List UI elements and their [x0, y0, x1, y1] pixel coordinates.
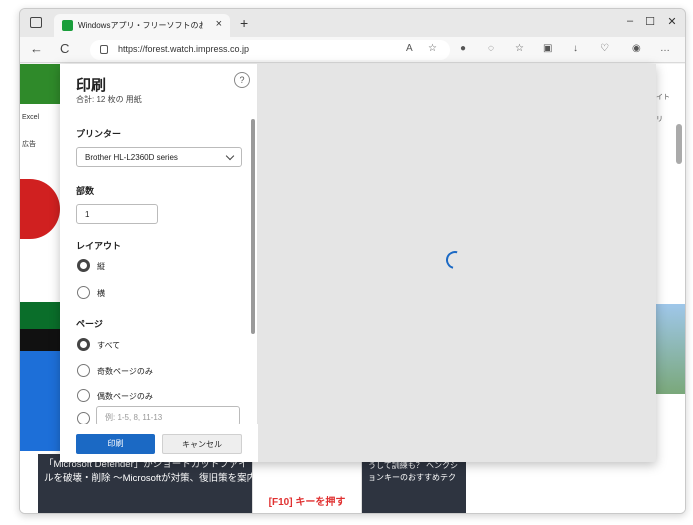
back-button[interactable]: ← [30, 41, 43, 56]
layout-landscape-label[interactable]: 横 [97, 288, 105, 299]
layout-portrait-radio[interactable] [77, 259, 90, 272]
page-range-placeholder: 例: 1-5, 8, 11-13 [105, 413, 163, 422]
title-bar: Windowsアプリ・フリーソフトのおすす × + – ☐ ✕ [20, 9, 685, 37]
pages-odd-radio[interactable] [77, 364, 90, 377]
pages-label: ページ [76, 319, 103, 329]
loading-spinner-icon [442, 247, 468, 273]
favorites-icon[interactable]: ☆ [515, 43, 524, 54]
right-ad-image[interactable] [654, 304, 685, 394]
layout-landscape-radio[interactable] [77, 286, 90, 299]
new-tab-button[interactable]: + [240, 15, 248, 31]
address-bar[interactable]: https://forest.watch.impress.co.jp [90, 40, 450, 60]
reload-button[interactable]: C [60, 41, 69, 56]
print-settings-panel: 印刷 合計: 12 枚の 用紙 ? プリンター Brother HL-L2360… [60, 64, 258, 462]
layout-label: レイアウト [76, 241, 122, 251]
f10-label: [F10] キーを押す [268, 497, 346, 508]
page-scrollbar[interactable] [676, 124, 682, 164]
left-label-ad: 広告 [22, 141, 36, 148]
maximize-button[interactable]: ☐ [643, 15, 657, 28]
copies-label: 部数 [76, 186, 95, 196]
more-icon[interactable]: … [660, 43, 670, 54]
ad-banner[interactable] [20, 179, 60, 239]
refresh-icon[interactable]: ◌ [488, 43, 494, 54]
page-range-input[interactable]: 例: 1-5, 8, 11-13 [96, 406, 240, 426]
dialog-title: 印刷 [76, 77, 107, 94]
settings-scrollbar[interactable] [251, 119, 255, 334]
close-button[interactable]: ✕ [665, 15, 679, 28]
browser-toolbar: ← C https://forest.watch.impress.co.jp A… [20, 37, 685, 63]
pages-even-label[interactable]: 偶数ページのみ [97, 391, 153, 402]
collections-icon[interactable]: ▣ [543, 43, 552, 54]
pages-odd-label[interactable]: 奇数ページのみ [97, 366, 153, 377]
printer-select[interactable]: Brother HL-L2360D series [76, 147, 242, 167]
left-label-excel[interactable]: Excel [22, 114, 39, 121]
article-card-function-keys[interactable]: うして訓練も？ ヘンクションキーのおすすめテク [362, 454, 466, 513]
article-card-f10[interactable]: [F10] キーを押す [252, 454, 362, 513]
downloads-icon[interactable]: ↓ [573, 43, 578, 54]
chart-icon[interactable] [20, 329, 64, 351]
right-label-2: リ [656, 116, 663, 123]
print-dialog: 印刷 合計: 12 枚の 用紙 ? プリンター Brother HL-L2360… [60, 64, 656, 462]
pages-all-radio[interactable] [77, 338, 90, 351]
favicon-icon [62, 20, 73, 31]
chevron-down-icon [225, 151, 235, 161]
article-card-defender[interactable]: 「Microsoft Defender」がショートカットファイルを破壊・削除 ～… [38, 454, 263, 513]
article-thumbnail[interactable] [20, 351, 64, 451]
site-logo[interactable] [20, 64, 64, 104]
layout-portrait-label[interactable]: 縦 [97, 261, 105, 272]
lock-icon[interactable] [100, 45, 108, 54]
read-aloud-icon[interactable]: A [406, 43, 413, 54]
print-preview-area [258, 64, 656, 462]
pages-all-label[interactable]: すべて [97, 340, 120, 351]
heart-icon[interactable]: ♡ [600, 43, 609, 54]
browser-window: Windowsアプリ・フリーソフトのおすす × + – ☐ ✕ ← C http… [19, 8, 686, 514]
copies-value: 1 [85, 210, 90, 219]
page-left-strip: Excel 広告 [20, 64, 64, 513]
printer-value: Brother HL-L2360D series [85, 153, 178, 162]
tracking-icon[interactable]: ☆ [428, 43, 437, 54]
web-page: Excel 広告 イト リ 「Microsoft Defender」がショートカ… [20, 64, 685, 513]
pages-even-radio[interactable] [77, 389, 90, 402]
url-text: https://forest.watch.impress.co.jp [118, 44, 250, 54]
tab-close-icon[interactable]: × [216, 18, 222, 30]
browser-tab[interactable]: Windowsアプリ・フリーソフトのおすす × [54, 14, 230, 37]
cancel-button[interactable]: キャンセル [162, 434, 242, 454]
right-label-1: イト [656, 94, 670, 101]
tab-title: Windowsアプリ・フリーソフトのおすす [78, 21, 203, 30]
printer-label: プリンター [76, 129, 122, 139]
avatar-icon[interactable]: ◉ [632, 43, 641, 54]
tab-actions-icon[interactable] [30, 17, 42, 28]
extension-icon[interactable]: ● [460, 43, 466, 54]
copies-input[interactable]: 1 [76, 204, 158, 224]
print-button[interactable]: 印刷 [76, 434, 155, 454]
help-icon[interactable]: ? [234, 72, 250, 88]
minimize-button[interactable]: – [623, 15, 637, 27]
sheet-count: 合計: 12 枚の 用紙 [76, 95, 142, 104]
dialog-footer: 印刷 キャンセル [60, 424, 258, 462]
